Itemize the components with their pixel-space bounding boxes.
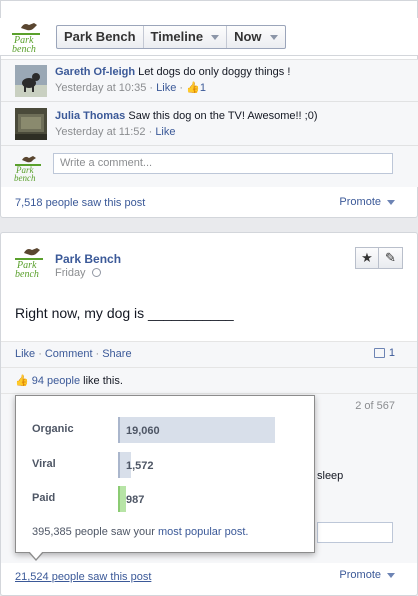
post-message: Right now, my dog is ___________ bbox=[15, 305, 234, 321]
post-likes-row: 👍 94 people like this. bbox=[1, 367, 417, 393]
comment-like-link[interactable]: Like bbox=[156, 82, 176, 94]
chevron-down-icon bbox=[387, 199, 395, 205]
svg-text:bench: bench bbox=[12, 44, 36, 54]
comment-count-value: 1 bbox=[388, 347, 395, 359]
reach-label: Organic bbox=[32, 423, 74, 435]
comment-text: Let dogs do only doggy things ! bbox=[138, 66, 291, 78]
comment-text: Saw this dog on the TV! Awesome!! ;0) bbox=[128, 110, 318, 122]
promote-button[interactable]: Promote bbox=[339, 569, 395, 581]
nav-label: Now bbox=[234, 29, 262, 44]
comment-author[interactable]: Julia Thomas bbox=[55, 110, 125, 122]
comment-bubble-icon bbox=[373, 348, 385, 358]
reach-row-paid: Paid 987 bbox=[16, 486, 316, 512]
comment-like-count[interactable]: 1 bbox=[200, 82, 206, 94]
comment-time[interactable]: Yesterday at 10:35 bbox=[55, 82, 146, 94]
commenter-avatar: Park bench bbox=[13, 152, 47, 185]
comment-time[interactable]: Yesterday at 11:52 bbox=[55, 126, 146, 138]
popup-footer-text: 395,385 people saw your bbox=[32, 526, 155, 538]
post-reach-link[interactable]: 7,518 people saw this post bbox=[15, 197, 145, 209]
post-time-text[interactable]: Friday bbox=[55, 267, 86, 279]
post-action-links: Like · Comment · Share 1 bbox=[1, 341, 417, 367]
comments-pager: 2 of 567 bbox=[355, 400, 395, 412]
most-popular-post-link[interactable]: most popular post. bbox=[158, 526, 249, 538]
reach-row-organic: Organic 19,060 bbox=[16, 417, 316, 443]
nav-timeline-dropdown[interactable]: Timeline bbox=[144, 26, 228, 48]
comment-body: Julia Thomas Saw this dog on the TV! Awe… bbox=[55, 110, 318, 138]
chevron-down-icon bbox=[387, 572, 395, 578]
comment-body: Gareth Of-leigh Let dogs do only doggy t… bbox=[55, 66, 291, 94]
reach-row-viral: Viral 1,572 bbox=[16, 452, 316, 478]
pencil-icon: ✎ bbox=[385, 250, 396, 265]
comment-count-button[interactable]: 1 bbox=[373, 347, 395, 359]
globe-icon bbox=[91, 268, 101, 277]
avatar[interactable] bbox=[15, 65, 47, 97]
page-avatar[interactable]: Park bench bbox=[13, 245, 49, 282]
comment-author[interactable]: Gareth Of-leigh bbox=[55, 66, 135, 78]
park-bench-logo: Park bench bbox=[12, 23, 40, 55]
timeline-nav: Park Bench Timeline Now bbox=[56, 25, 286, 49]
page-logo[interactable]: Park bench bbox=[10, 20, 46, 57]
comment-input[interactable]: Write a comment... bbox=[53, 153, 393, 174]
reach-label: Viral bbox=[32, 458, 56, 470]
avatar[interactable] bbox=[15, 108, 47, 140]
promote-label: Promote bbox=[339, 569, 381, 581]
comment-item: Gareth Of-leigh Let dogs do only doggy t… bbox=[1, 60, 418, 102]
likes-suffix: like this. bbox=[83, 375, 123, 387]
comment-item: Julia Thomas Saw this dog on the TV! Awe… bbox=[1, 102, 418, 146]
chevron-down-icon bbox=[211, 34, 220, 40]
nav-label: Park Bench bbox=[64, 29, 136, 44]
park-bench-logo: Park bench bbox=[15, 248, 43, 280]
reach-value: 19,060 bbox=[126, 425, 160, 437]
edit-post-button[interactable]: ✎ bbox=[379, 247, 403, 269]
timeline-nav-bar: Park bench Park Bench Timeline Now bbox=[0, 18, 418, 56]
reach-value: 987 bbox=[126, 494, 145, 506]
park-bench-logo: Park bench bbox=[14, 156, 41, 183]
svg-text:bench: bench bbox=[15, 269, 39, 279]
popup-arrow bbox=[28, 551, 44, 561]
chevron-down-icon bbox=[269, 34, 278, 40]
thumbs-up-icon: 👍 bbox=[186, 82, 200, 94]
like-link[interactable]: Like bbox=[15, 348, 35, 360]
nav-label: Timeline bbox=[150, 29, 204, 44]
separator: · bbox=[95, 348, 100, 360]
likes-people-link[interactable]: 94 people bbox=[32, 375, 80, 387]
star-icon: ★ bbox=[361, 250, 373, 265]
reach-label: Paid bbox=[32, 492, 56, 504]
separator: · bbox=[38, 348, 42, 360]
comment-input[interactable] bbox=[317, 522, 393, 543]
comment-text-partial: sleep bbox=[317, 470, 344, 482]
svg-text:bench: bench bbox=[14, 173, 36, 182]
reach-breakdown-popup: Organic 19,060 Viral 1,572 Paid 987 395,… bbox=[15, 395, 316, 561]
post-reach-link[interactable]: 21,524 people saw this post bbox=[15, 571, 151, 583]
post-author[interactable]: Park Bench bbox=[55, 252, 121, 266]
comment-like-link[interactable]: Like bbox=[155, 126, 175, 138]
nav-now-dropdown[interactable]: Now bbox=[227, 26, 284, 48]
highlight-star-button[interactable]: ★ bbox=[355, 247, 379, 269]
post-actions: ★ ✎ bbox=[355, 247, 403, 269]
reach-value: 1,572 bbox=[126, 460, 154, 472]
thumbs-up-icon: 👍 bbox=[15, 375, 29, 387]
promote-button[interactable]: Promote bbox=[339, 196, 395, 208]
reach-bar bbox=[118, 486, 126, 512]
post-timestamp: Friday bbox=[55, 267, 101, 279]
nav-page-name[interactable]: Park Bench bbox=[57, 26, 144, 48]
comment-link[interactable]: Comment bbox=[45, 348, 93, 360]
promote-label: Promote bbox=[339, 196, 381, 208]
share-link[interactable]: Share bbox=[102, 348, 131, 360]
popup-footer: 395,385 people saw your most popular pos… bbox=[32, 526, 249, 538]
